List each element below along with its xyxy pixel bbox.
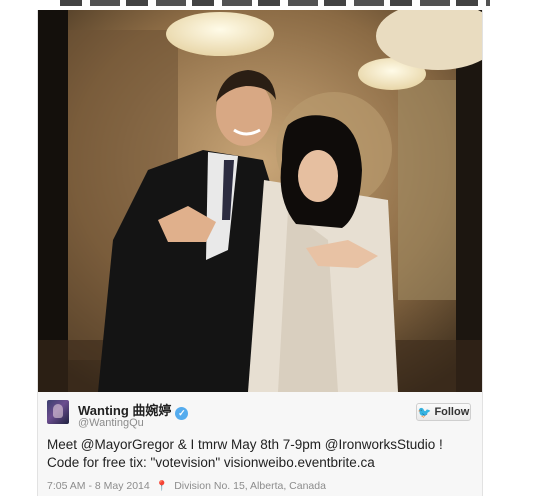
- tweet-photo[interactable]: [38, 10, 482, 392]
- verified-badge-icon: ✓: [175, 407, 189, 420]
- timestamp[interactable]: 7:05 AM - 8 May 2014: [47, 480, 150, 492]
- display-name-text: Wanting 曲婉婷: [78, 403, 172, 418]
- cropped-header-strip: [60, 0, 490, 6]
- tweet-text-line-1: Meet @MayorGregor & I tmrw May 8th 7-9pm…: [47, 437, 443, 452]
- follow-label: Follow: [434, 406, 470, 418]
- tweet-body: Wanting 曲婉婷 ✓ @WantingQu 🐦 Follow Meet @M…: [38, 392, 482, 496]
- follow-button[interactable]: 🐦 Follow: [416, 403, 471, 421]
- avatar[interactable]: [47, 400, 69, 424]
- embedded-tweet-card: Wanting 曲婉婷 ✓ @WantingQu 🐦 Follow Meet @M…: [37, 10, 483, 496]
- tweet-text-line-2: Code for free tix: "votevision" visionwe…: [47, 455, 375, 470]
- tweet-text: Meet @MayorGregor & I tmrw May 8th 7-9pm…: [47, 436, 477, 472]
- user-handle[interactable]: @WantingQu: [78, 417, 144, 429]
- map-pin-icon: 📍: [155, 480, 169, 492]
- location[interactable]: Division No. 15, Alberta, Canada: [174, 480, 326, 492]
- twitter-bird-icon: 🐦: [417, 406, 432, 419]
- tweet-meta: 7:05 AM - 8 May 2014 📍 Division No. 15, …: [47, 480, 326, 492]
